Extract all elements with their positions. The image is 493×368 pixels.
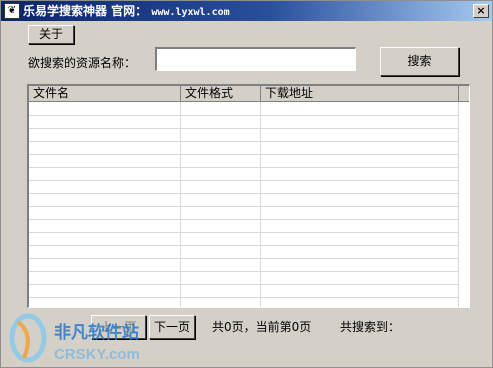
column-divider — [458, 102, 459, 307]
row-divider — [29, 206, 459, 207]
row-divider — [29, 167, 459, 168]
row-divider — [29, 180, 459, 181]
column-header-filler — [459, 86, 469, 102]
title-bar[interactable]: ❦ 乐易学搜索神器 官网： www.lyxwl.com × — [1, 1, 492, 21]
row-divider — [29, 297, 459, 298]
search-button[interactable]: 搜索 — [380, 47, 459, 76]
about-button[interactable]: 关于 — [28, 25, 74, 44]
column-header-filename[interactable]: 文件名 — [29, 86, 181, 102]
row-divider — [29, 141, 459, 142]
close-button[interactable]: × — [473, 4, 489, 18]
app-icon: ❦ — [4, 3, 20, 19]
search-input[interactable] — [155, 47, 356, 71]
page-info-text: 共0页，当前第0页 — [212, 320, 312, 334]
window-title: 乐易学搜索神器 官网： www.lyxwl.com — [23, 3, 230, 21]
row-divider — [29, 115, 459, 116]
row-divider — [29, 232, 459, 233]
column-header-download-url[interactable]: 下载地址 — [261, 86, 459, 102]
results-table[interactable]: 文件名 文件格式 下载地址 — [27, 84, 470, 308]
watermark-flame-icon — [16, 320, 30, 359]
column-divider — [260, 102, 261, 307]
row-divider — [29, 258, 459, 259]
website-url: www.lyxwl.com — [151, 7, 230, 18]
row-divider — [29, 128, 459, 129]
result-count-text: 共搜索到： — [340, 320, 401, 334]
row-divider — [29, 284, 459, 285]
row-divider — [29, 154, 459, 155]
column-divider — [180, 102, 181, 307]
watermark-brand-cn: 非凡软件站 — [54, 322, 139, 342]
row-divider — [29, 219, 459, 220]
row-divider — [29, 193, 459, 194]
row-divider — [29, 271, 459, 272]
watermark-logo: 非凡软件站 CRSKY.com — [9, 313, 140, 363]
row-divider — [29, 245, 459, 246]
window-title-text: 乐易学搜索神器 官网： — [23, 4, 148, 18]
watermark-brand-en: CRSKY.com — [54, 346, 140, 363]
search-label: 欲搜索的资源名称： — [28, 56, 137, 70]
column-header-format[interactable]: 文件格式 — [181, 86, 261, 102]
